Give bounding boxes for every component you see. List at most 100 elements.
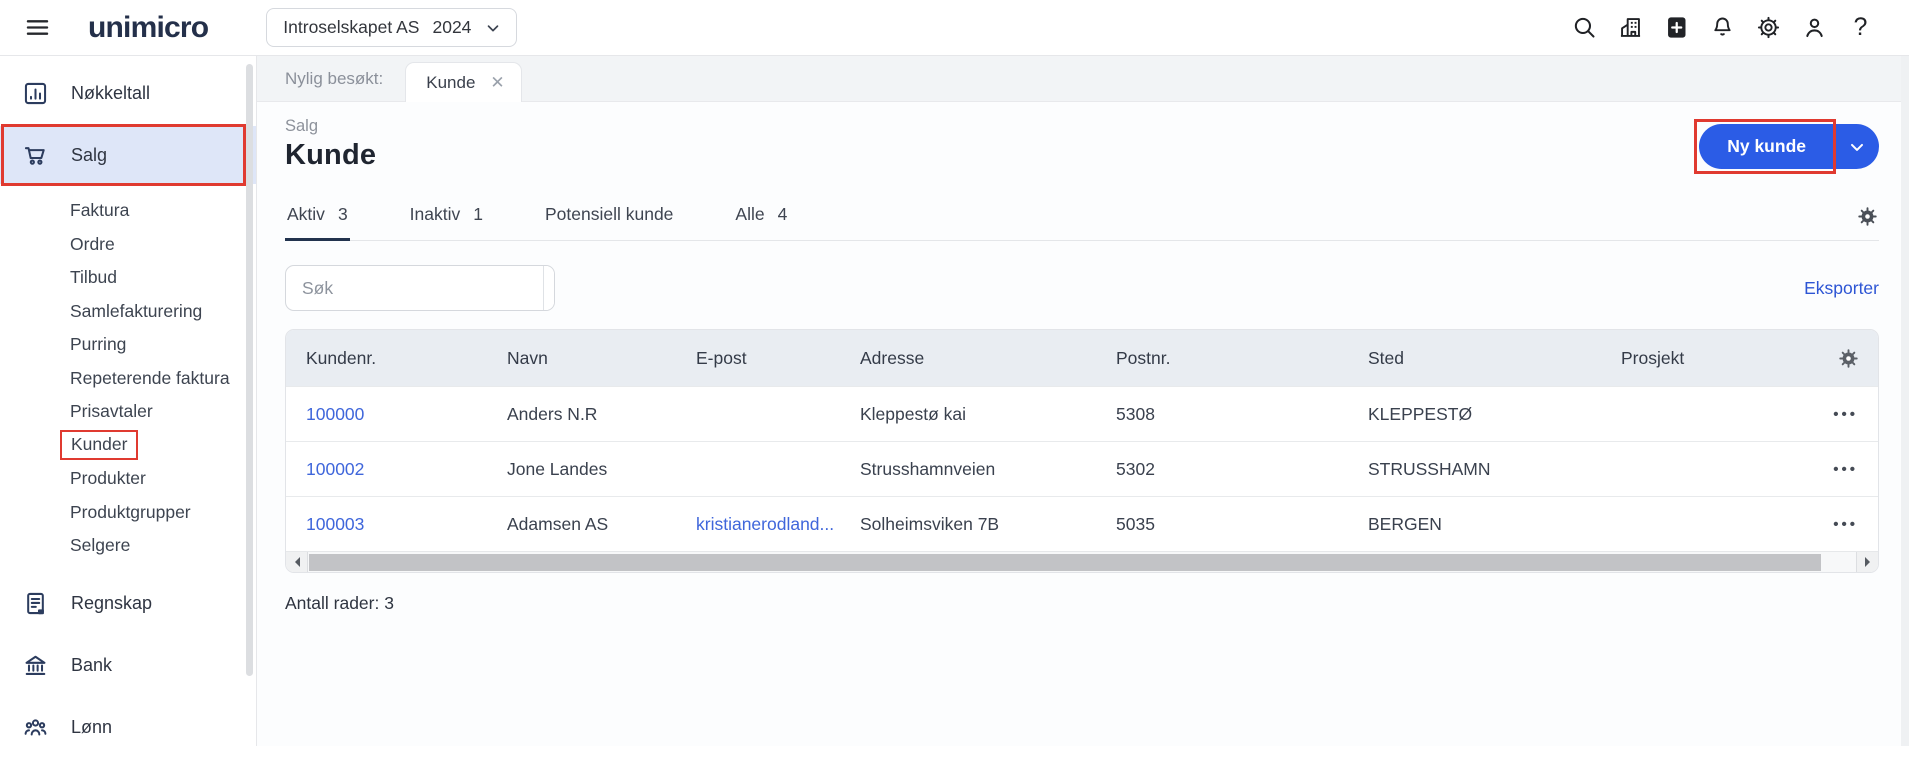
tab-inaktiv[interactable]: Inaktiv 1	[408, 194, 485, 240]
horizontal-scrollbar-thumb[interactable]	[309, 553, 1821, 571]
column-header-e-post[interactable]: E-post	[696, 348, 860, 369]
scroll-right-icon[interactable]	[1856, 552, 1878, 572]
table-row[interactable]: 100003 Adamsen AS kristianerodland... Solhe…	[286, 496, 1878, 551]
sidebar-item-prisavtaler[interactable]: Prisavtaler	[0, 395, 256, 429]
cell-navn: Jone Landes	[507, 458, 608, 479]
horizontal-scrollbar	[286, 551, 1878, 572]
customer-number-link[interactable]: 100002	[306, 459, 507, 480]
column-header-prosjekt[interactable]: Prosjekt	[1621, 348, 1814, 369]
company-name: Introselskapet AS	[283, 17, 420, 37]
sidebar-item-selgere[interactable]: Selgere	[0, 529, 256, 563]
tab-label: Aktiv	[287, 204, 325, 224]
sidebar-item-repeterende-faktura[interactable]: Repeterende faktura	[0, 362, 256, 396]
row-menu-icon[interactable]: •••	[1833, 461, 1878, 478]
row-menu-icon[interactable]: •••	[1833, 516, 1878, 533]
close-icon[interactable]: ✕	[490, 73, 504, 93]
row-menu-icon[interactable]: •••	[1833, 406, 1878, 423]
sidebar-item-purring[interactable]: Purring	[0, 328, 256, 362]
add-new-icon[interactable]	[1662, 13, 1691, 42]
company-selector[interactable]: Introselskapet AS 2024	[266, 8, 518, 47]
scroll-left-icon[interactable]	[286, 552, 308, 572]
export-link[interactable]: Eksporter	[1804, 278, 1879, 299]
view-tabs: Aktiv 3 Inaktiv 1 Potensiell kunde Alle 4	[285, 194, 1879, 241]
sidebar-scrollbar[interactable]	[246, 64, 253, 676]
cell-postnr: 5302	[1116, 458, 1155, 479]
sidebar-item-salg[interactable]: Salg	[0, 124, 256, 186]
sidebar-subitem-label: Produktgrupper	[70, 501, 191, 522]
cell-adresse: Solheimsviken 7B	[860, 513, 1000, 534]
column-header-postnr-[interactable]: Postnr.	[1116, 348, 1368, 369]
search-icon[interactable]	[1570, 13, 1599, 42]
sidebar-item-nokkeltall[interactable]: Nøkkeltall	[0, 64, 256, 122]
table-row[interactable]: 100000 Anders N.R Kleppestø kai 5308 KLEPPES…	[286, 386, 1878, 441]
email-link[interactable]: kristianerodland...	[696, 514, 860, 535]
table-body: 100000 Anders N.R Kleppestø kai 5308 KLEPPES…	[286, 386, 1878, 551]
bar-chart-icon	[22, 80, 49, 107]
column-header-kundenr-[interactable]: Kundenr.	[306, 348, 507, 369]
customer-number-link[interactable]: 100003	[306, 514, 507, 535]
sidebar-item-label: Salg	[71, 144, 108, 165]
sidebar-nav: Nøkkeltall Salg Faktura Ordre Tilbud Samlefa…	[0, 64, 256, 757]
sidebar-item-regnskap[interactable]: Regnskap	[0, 575, 256, 633]
sidebar-item-tilbud[interactable]: Tilbud	[0, 261, 256, 295]
sidebar-item-produktgrupper[interactable]: Produktgrupper	[0, 496, 256, 530]
sidebar-item-label: Bank	[71, 655, 113, 675]
cell-sted: KLEPPESTØ	[1368, 403, 1473, 424]
new-customer-button[interactable]: Ny kunde	[1699, 124, 1834, 169]
new-customer-dropdown-button[interactable]	[1834, 124, 1879, 169]
tab-aktiv[interactable]: Aktiv 3	[285, 194, 350, 241]
bank-icon	[22, 652, 49, 679]
sidebar-item-label: Regnskap	[71, 593, 153, 613]
top-bar: unimicro Introselskapet AS 2024 ?	[0, 0, 1909, 56]
cell-postnr: 5035	[1116, 513, 1155, 534]
column-header-adresse[interactable]: Adresse	[860, 348, 1116, 369]
annotation-box-new-customer: Ny kunde	[1694, 119, 1836, 174]
row-count-label: Antall rader: 3	[285, 593, 394, 613]
sidebar-item-faktura[interactable]: Faktura	[0, 194, 256, 228]
column-header-sted[interactable]: Sted	[1368, 348, 1621, 369]
breadcrumb: Salg	[285, 117, 319, 135]
view-settings-gear-icon[interactable]	[1856, 205, 1879, 240]
recently-visited-label: Nylig besøkt:	[285, 68, 384, 88]
recent-tab-label: Kunde	[426, 72, 476, 92]
tab-count: 4	[777, 204, 788, 224]
recently-visited-strip: Nylig besøkt: Kunde ✕	[257, 56, 1909, 102]
customer-table: Kundenr. Navn E-post Adresse Postnr. Sted Pros…	[285, 329, 1879, 573]
header-icon-group: ?	[1570, 13, 1875, 42]
column-header-navn[interactable]: Navn	[507, 348, 696, 369]
sidebar-subitem-label: Purring	[70, 334, 127, 355]
settings-gear-icon[interactable]	[1754, 13, 1783, 42]
search-input[interactable]	[286, 266, 543, 310]
sidebar-subitem-label: Tilbud	[70, 267, 118, 288]
user-profile-icon[interactable]	[1800, 13, 1829, 42]
filter-icon[interactable]	[543, 266, 554, 310]
cell-adresse: Strusshamnveien	[860, 458, 996, 479]
cell-adresse: Kleppestø kai	[860, 403, 967, 424]
sidebar-subitem-label: Ordre	[70, 233, 115, 254]
sidebar-subitem-label: Prisavtaler	[70, 401, 153, 422]
customer-number-link[interactable]: 100000	[306, 404, 507, 425]
sidebar-item-ordre[interactable]: Ordre	[0, 228, 256, 262]
tab-alle[interactable]: Alle 4	[733, 194, 789, 240]
sidebar-item-samlefakturering[interactable]: Samlefakturering	[0, 295, 256, 329]
recent-tab-kunde[interactable]: Kunde ✕	[405, 62, 522, 102]
page-scrollbar[interactable]	[1901, 56, 1909, 746]
company-building-icon[interactable]	[1616, 13, 1645, 42]
notifications-bell-icon[interactable]	[1708, 13, 1737, 42]
sidebar-item-bank[interactable]: Bank	[0, 637, 256, 695]
sidebar-item-produkter[interactable]: Produkter	[0, 462, 256, 496]
help-icon[interactable]: ?	[1846, 13, 1875, 42]
tab-label: Inaktiv	[409, 204, 461, 224]
hamburger-menu-icon[interactable]	[22, 13, 52, 43]
column-settings-gear-icon[interactable]	[1837, 347, 1878, 370]
tab-potensiell-kunde[interactable]: Potensiell kunde	[543, 194, 675, 240]
sidebar-item-kunder[interactable]: Kunder	[0, 429, 256, 463]
table-row[interactable]: 100002 Jone Landes Strusshamnveien 5302 STRU…	[286, 441, 1878, 496]
sidebar-item-lonn[interactable]: Lønn	[0, 699, 256, 757]
cell-sted: STRUSSHAMN	[1368, 458, 1491, 479]
page-title: Kunde	[285, 139, 377, 171]
tab-label: Potensiell kunde	[544, 204, 674, 224]
tab-count: 3	[337, 204, 348, 224]
cell-navn: Anders N.R	[507, 403, 598, 424]
sidebar-subitem-label: Selgere	[70, 535, 131, 556]
